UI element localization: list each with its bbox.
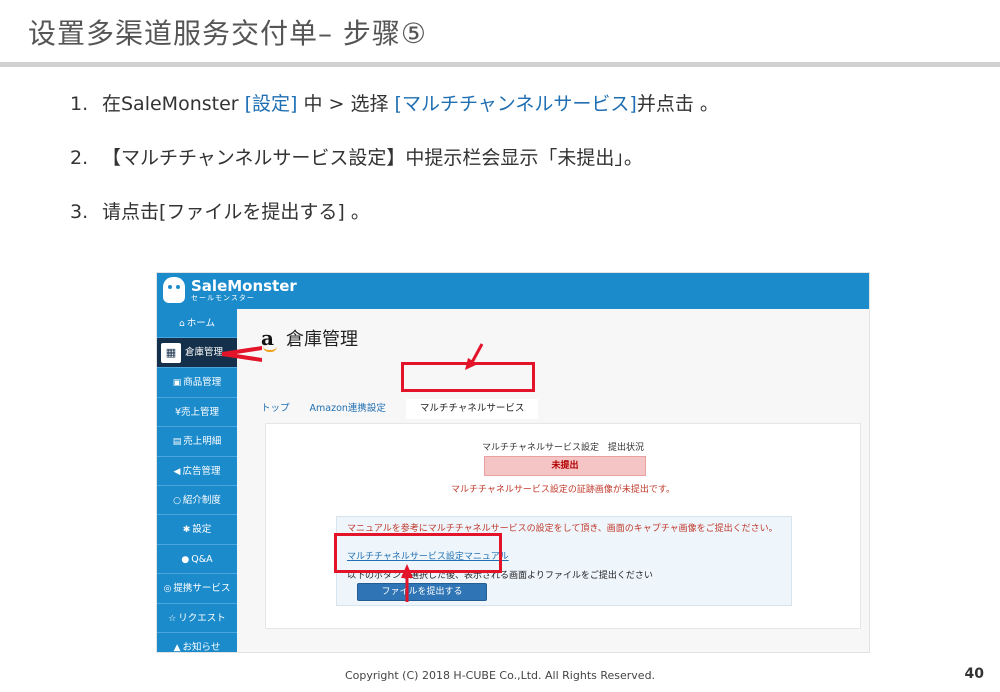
- sidebar-item-ads[interactable]: ◀ 広告管理: [157, 457, 237, 486]
- megaphone-icon: ◀: [173, 466, 181, 477]
- tab-amazon-settings[interactable]: Amazon連携設定: [310, 401, 386, 419]
- gear-icon: ✱: [182, 525, 191, 536]
- sidebar-item-label: 商品管理: [183, 377, 222, 389]
- highlight-box-submit: [334, 533, 502, 573]
- sidebar-item-home[interactable]: ⌂ ホーム: [157, 309, 237, 339]
- title-divider: [0, 62, 1000, 67]
- brand-name: SaleMonster: [191, 276, 297, 295]
- sidebar-item-sales[interactable]: ¥売上管理: [157, 398, 237, 428]
- sidebar-item-label: Q&A: [191, 553, 213, 565]
- brand-subtitle: セールモンスター: [191, 293, 255, 302]
- step-text: 在SaleMonster: [102, 93, 245, 115]
- tab-multichannel-service[interactable]: マルチチャネルサービス: [405, 399, 539, 419]
- step-text: 并点击 。: [636, 93, 719, 115]
- step-2: 2. 【マルチチャンネルサービス設定】中提示栏会显示「未提出」。: [70, 142, 719, 196]
- comments-icon: ●: [181, 554, 190, 565]
- main-content: a 倉庫管理 トップ Amazon連携設定 マルチチャネルサービス マルチチャネ…: [237, 309, 869, 652]
- step-highlight-multichannel: [マルチチャンネルサービス]: [394, 93, 637, 115]
- status-label: マルチチャネルサービス設定 提出状況: [482, 443, 644, 453]
- sidebar-item-sales-detail[interactable]: ▤ 売上明細: [157, 427, 237, 457]
- multichannel-panel: マルチチャネルサービス設定 提出状況 未提出 マルチチャネルサービス設定の証跡画…: [265, 423, 861, 629]
- sidebar-item-partners[interactable]: ◎ 提携サービス: [157, 574, 237, 604]
- star-icon: ☆: [168, 613, 177, 624]
- submit-file-button[interactable]: ファイルを提出する: [357, 583, 487, 601]
- tab-bar: トップ Amazon連携設定 マルチチャネルサービス: [261, 399, 558, 419]
- step-text: 【マルチチャンネルサービス設定】中提示栏会显示「未提出」。: [102, 147, 643, 169]
- status-badge: 未提出: [484, 456, 646, 476]
- page-number: 40: [964, 666, 984, 682]
- step-number: 3.: [70, 201, 89, 223]
- warehouse-icon: ▦: [161, 342, 181, 363]
- arrow-to-warehouse-icon: [222, 346, 262, 362]
- handshake-icon: ◎: [163, 584, 172, 595]
- status-message: マルチチャネルサービス設定の証跡画像が未提出です。: [450, 485, 675, 495]
- home-icon: ⌂: [179, 319, 185, 329]
- app-screenshot: SaleMonster セールモンスター ⌂ ホーム ▦ 倉庫管理 ▣ 商品管理 ¥売上…: [156, 272, 870, 653]
- step-text: 中 > 选择: [297, 93, 395, 115]
- monster-logo-icon: [163, 277, 185, 303]
- sidebar-item-label: 広告管理: [182, 465, 221, 477]
- step-number: 2.: [70, 147, 89, 169]
- sidebar-item-label: 売上明細: [183, 436, 222, 448]
- sidebar-item-products[interactable]: ▣ 商品管理: [157, 368, 237, 398]
- slide-title: 设置多渠道服务交付单– 步骤⑤: [28, 17, 428, 50]
- bell-icon: ▲: [173, 642, 181, 653]
- arrow-to-tab-icon: [465, 343, 484, 370]
- step-highlight-settings: [設定]: [244, 93, 298, 115]
- step-1: 1. 在SaleMonster [設定] 中 > 选择 [マルチチャンネルサービス…: [70, 88, 719, 142]
- sidebar-item-request[interactable]: ☆ リクエスト: [157, 604, 237, 633]
- document-icon: ▤: [172, 437, 182, 448]
- step-list: 1. 在SaleMonster [設定] 中 > 选择 [マルチチャンネルサービス…: [70, 88, 719, 250]
- tab-top[interactable]: トップ: [261, 401, 290, 419]
- page-title: 倉庫管理: [285, 329, 358, 350]
- step-number: 1.: [70, 93, 89, 115]
- sidebar-item-label: ¥売上管理: [174, 406, 220, 418]
- sidebar-item-qa[interactable]: ● Q&A: [157, 545, 237, 575]
- sidebar-item-referral[interactable]: ○ 紹介制度: [157, 486, 237, 516]
- brand[interactable]: SaleMonster セールモンスター: [163, 277, 297, 303]
- chat-icon: ○: [173, 495, 181, 506]
- copyright-footer: Copyright (C) 2018 H-CUBE Co.,Ltd. All R…: [344, 669, 656, 682]
- step-text: 请点击[ファイルを提出する] 。: [102, 201, 370, 223]
- step-3: 3. 请点击[ファイルを提出する] 。: [70, 196, 719, 250]
- sidebar-item-settings[interactable]: ✱ 設定: [157, 515, 237, 545]
- sidebar-item-label: お知らせ: [182, 641, 221, 653]
- box-icon: ▣: [172, 378, 182, 389]
- arrow-to-submit-icon: [401, 564, 413, 602]
- sidebar-item-label: 倉庫管理: [185, 347, 224, 359]
- sidebar-item-label: 紹介制度: [182, 494, 221, 506]
- sidebar-item-label: ホーム: [186, 318, 215, 329]
- sidebar-item-label: 設定: [192, 524, 212, 536]
- sidebar-item-label: 提携サービス: [173, 583, 231, 595]
- app-header: SaleMonster セールモンスター: [157, 273, 869, 309]
- sidebar-item-label: リクエスト: [178, 612, 226, 624]
- sidebar-item-news[interactable]: ▲ お知らせ: [157, 633, 237, 653]
- page-header: a 倉庫管理: [261, 325, 358, 352]
